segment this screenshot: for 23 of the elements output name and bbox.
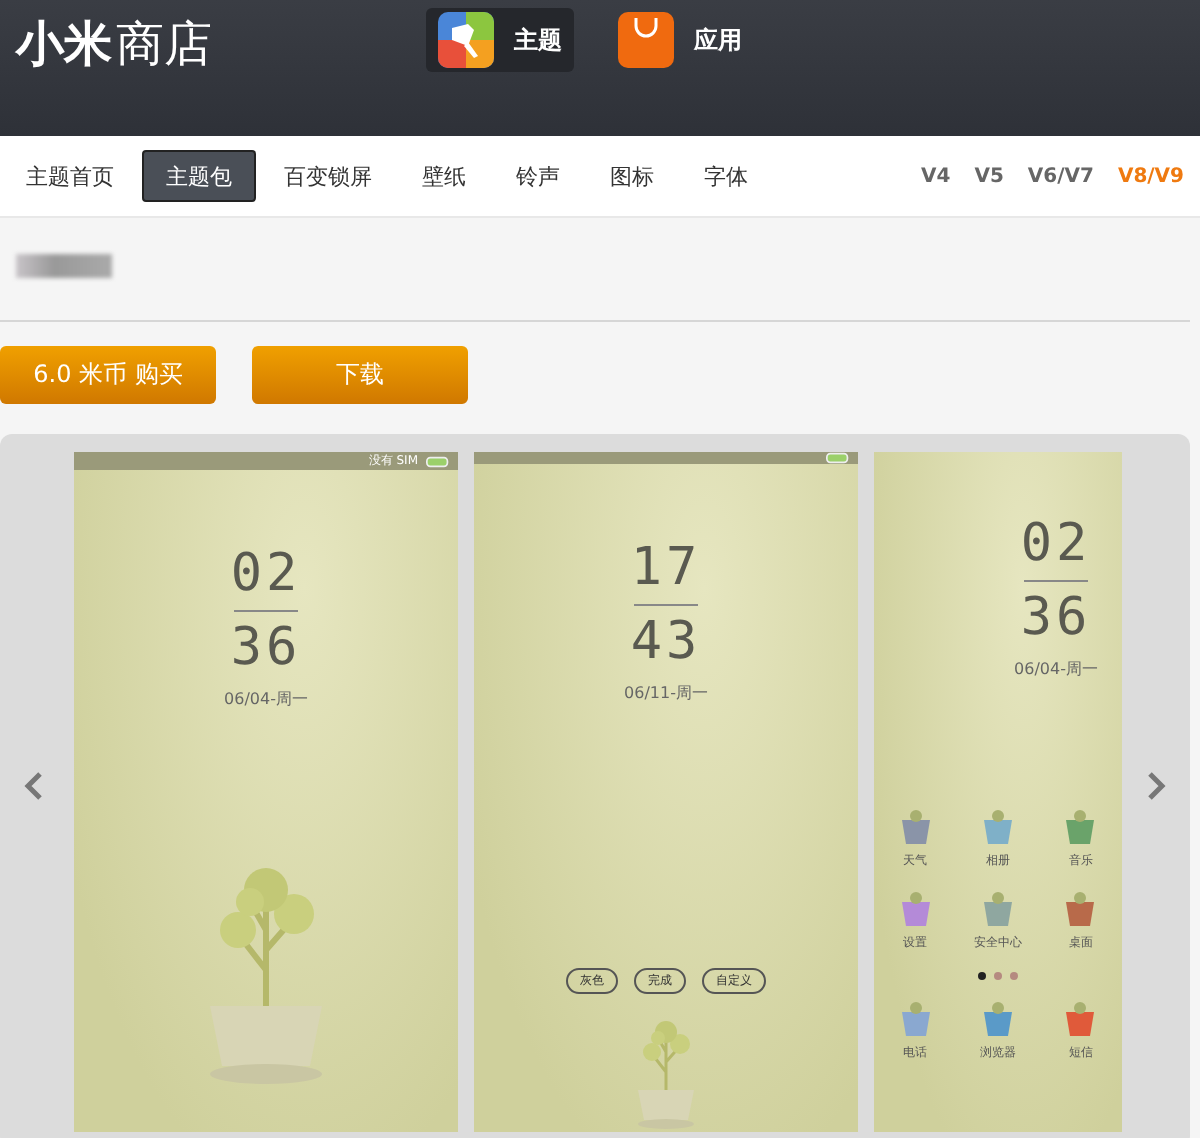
- store-logo-subtext: 商店: [116, 14, 212, 76]
- category-tab[interactable]: 壁纸: [400, 150, 488, 202]
- clock-minute: 36: [230, 616, 302, 680]
- category-tab[interactable]: 主题首页: [4, 150, 136, 202]
- category-tab[interactable]: 图标: [588, 150, 676, 202]
- clock-hour: 02: [230, 542, 302, 606]
- version-link[interactable]: V6/V7: [1015, 165, 1106, 187]
- clock-date: 06/04-周一: [224, 688, 308, 710]
- category-tab[interactable]: 字体: [682, 150, 770, 202]
- clock-minute: 43: [630, 610, 702, 674]
- clock-minute: 36: [1020, 586, 1092, 650]
- clock-date: 06/11-周一: [624, 682, 708, 704]
- category-tab[interactable]: 主题包: [142, 150, 256, 202]
- category-tab[interactable]: 百变锁屏: [262, 150, 394, 202]
- version-link[interactable]: V5: [962, 165, 1016, 187]
- header-app-tab[interactable]: 应用: [606, 8, 754, 72]
- version-link[interactable]: V4: [909, 165, 963, 187]
- category-tab[interactable]: 铃声: [494, 150, 582, 202]
- clock-hour: 02: [1020, 512, 1092, 576]
- header-app-tab[interactable]: 主题: [426, 8, 574, 72]
- clock-date: 06/04-周一: [1014, 658, 1098, 680]
- clock-hour: 17: [630, 536, 702, 600]
- store-logo-text: 小米: [16, 14, 112, 76]
